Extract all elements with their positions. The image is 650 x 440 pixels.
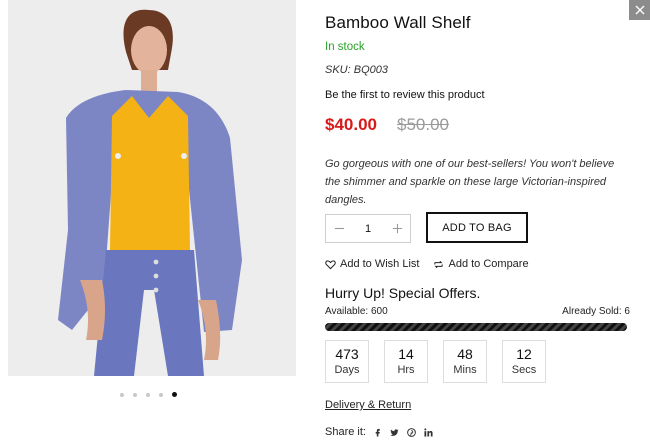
available-count: Available: 600 (325, 306, 388, 317)
quantity-increase-button[interactable] (390, 222, 404, 236)
countdown-label: Mins (453, 364, 477, 376)
compare-icon (434, 260, 444, 268)
linkedin-icon (424, 427, 434, 437)
countdown-value: 473 (335, 346, 359, 362)
close-icon (635, 5, 644, 15)
countdown-label: Hrs (397, 364, 415, 376)
facebook-share-button[interactable] (373, 427, 383, 437)
product-title: Bamboo Wall Shelf (325, 13, 471, 32)
pinterest-icon (407, 427, 417, 437)
current-price: $40.00 (325, 115, 377, 134)
countdown-label: Secs (511, 364, 537, 376)
gallery-dot-1[interactable] (120, 392, 124, 397)
countdown-days: 473 Days (325, 340, 369, 383)
heart-icon (325, 259, 336, 269)
quantity-stepper: 1 (325, 214, 411, 243)
compare-label: Add to Compare (448, 258, 529, 270)
stock-progress-bar (325, 323, 627, 331)
stock-status: In stock (325, 41, 365, 53)
product-image (8, 0, 296, 376)
gallery-dot-3[interactable] (146, 392, 150, 397)
product-sku: SKU: BQ003 (325, 64, 388, 76)
offer-title: Hurry Up! Special Offers. (325, 285, 481, 301)
delivery-return-link[interactable]: Delivery & Return (325, 399, 411, 411)
add-to-wishlist-link[interactable]: Add to Wish List (325, 258, 419, 270)
minus-icon (334, 227, 344, 230)
quantity-input[interactable]: 1 (358, 223, 378, 235)
add-to-compare-link[interactable]: Add to Compare (433, 258, 529, 270)
sold-count: Already Sold: 6 (562, 306, 630, 317)
pinterest-share-button[interactable] (407, 427, 417, 437)
facebook-icon (376, 428, 381, 437)
countdown-value: 48 (457, 346, 473, 362)
share-label: Share it: (325, 426, 366, 438)
close-button[interactable] (629, 0, 650, 20)
twitter-share-button[interactable] (390, 427, 400, 437)
gallery-dot-4[interactable] (159, 392, 163, 397)
product-description: Go gorgeous with one of our best-sellers… (325, 158, 615, 206)
countdown-value: 14 (398, 346, 414, 362)
countdown-hours: 14 Hrs (384, 340, 428, 383)
wishlist-label: Add to Wish List (340, 258, 420, 270)
product-actions: Add to Wish List Add to Compare (325, 258, 529, 270)
review-link[interactable]: Be the first to review this product (325, 89, 485, 101)
add-to-bag-button[interactable]: ADD TO BAG (426, 212, 528, 243)
gallery-pagination (120, 392, 177, 397)
quantity-decrease-button[interactable] (332, 222, 346, 236)
old-price: $50.00 (397, 115, 449, 134)
countdown-label: Days (334, 364, 360, 376)
gallery-dot-5[interactable] (172, 392, 177, 397)
countdown-timer: 473 Days 14 Hrs 48 Mins 12 Secs (325, 340, 546, 383)
share-bar: Share it: (325, 426, 434, 438)
plus-icon (392, 223, 402, 234)
twitter-icon (390, 428, 400, 436)
gallery-dot-2[interactable] (133, 392, 137, 397)
countdown-minutes: 48 Mins (443, 340, 487, 383)
linkedin-share-button[interactable] (424, 427, 434, 437)
countdown-seconds: 12 Secs (502, 340, 546, 383)
countdown-value: 12 (516, 346, 532, 362)
